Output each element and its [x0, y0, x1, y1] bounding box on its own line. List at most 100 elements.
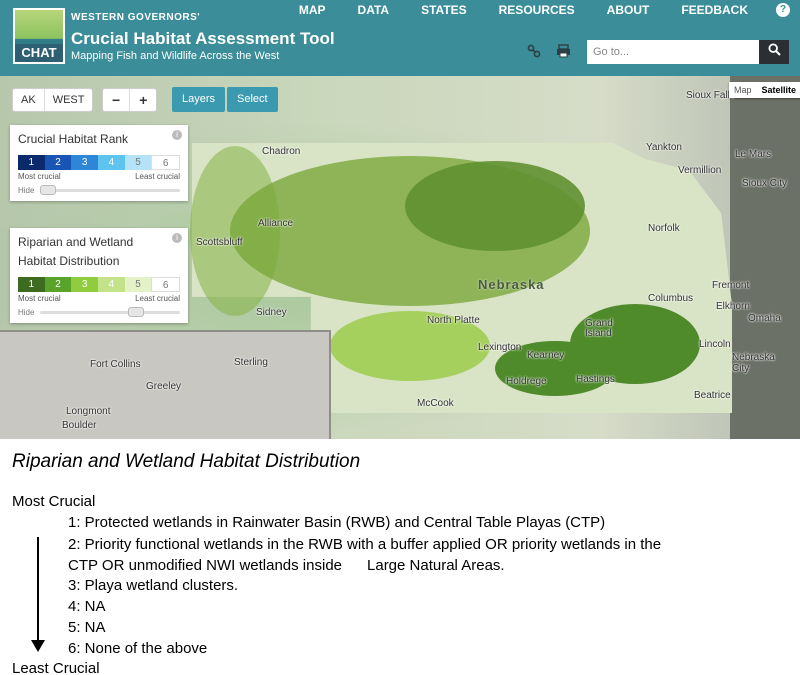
opacity-slider[interactable] [40, 307, 180, 317]
map-place-label: Boulder [62, 420, 97, 431]
opacity-row: Hide [18, 185, 180, 195]
map-place-label: Scottsbluff [196, 237, 243, 248]
nav-data[interactable]: DATA [358, 3, 390, 17]
map-type-satellite[interactable]: Satellite [757, 82, 800, 98]
app-title: Crucial Habitat Assessment Tool [71, 29, 335, 48]
legend-ends: Most crucial Least crucial [18, 172, 180, 181]
legend-cell-1[interactable]: 1 [18, 277, 45, 292]
legend-title: Crucial Habitat Rank [18, 132, 129, 146]
zoom-in-button[interactable]: + [130, 89, 156, 111]
least-crucial-label: Least crucial [135, 294, 180, 303]
legend-cell-5[interactable]: 5 [124, 155, 152, 170]
info-icon[interactable]: i [172, 130, 182, 140]
most-crucial-heading: Most Crucial [12, 493, 96, 510]
map-place-label: Columbus [648, 293, 694, 304]
legend-cell-1[interactable]: 1 [18, 155, 45, 170]
layers-button[interactable]: Layers [172, 87, 226, 112]
description-item: 6: None of the above [68, 640, 208, 657]
zoom-button-group: − + [102, 88, 158, 112]
arrow-down-icon [37, 537, 39, 645]
hide-label: Hide [18, 186, 35, 195]
zoom-out-button[interactable]: − [103, 89, 131, 111]
arrow-head-icon [31, 640, 45, 652]
legend-cell-2[interactable]: 2 [44, 277, 72, 292]
chat-logo[interactable]: CHAT [13, 8, 65, 64]
least-crucial-heading: Least Crucial [12, 660, 100, 675]
legend-title: Riparian and Wetland Habitat Distributio… [18, 235, 134, 268]
nav-map[interactable]: MAP [299, 3, 326, 17]
habitat-area [405, 161, 585, 251]
help-icon[interactable]: ? [776, 3, 790, 17]
description-title: Riparian and Wetland Habitat Distributio… [12, 451, 361, 472]
legend-cell-6[interactable]: 6 [151, 155, 181, 170]
legend-cell-6[interactable]: 6 [151, 277, 181, 292]
select-button[interactable]: Select [227, 87, 278, 112]
map-place-label: Sioux City [742, 178, 788, 189]
opacity-row: Hide [18, 307, 180, 317]
description-item: 5: NA [68, 619, 106, 636]
map-iowa-region [730, 76, 800, 439]
description-item: 1: Protected wetlands in Rainwater Basin… [68, 514, 606, 531]
map-place-label: Fremont [712, 280, 750, 291]
state-label: Nebraska [478, 277, 545, 292]
map-place-label: Greeley [146, 381, 182, 392]
map-place-label: Longmont [66, 406, 111, 417]
link-icon[interactable] [527, 44, 541, 61]
search-input[interactable] [587, 40, 759, 64]
map-place-label: Le Mars [735, 149, 772, 160]
opacity-slider[interactable] [40, 185, 180, 195]
description-item: 2: Priority functional wetlands in the R… [68, 536, 662, 553]
app-subtitle: Mapping Fish and Wildlife Across the Wes… [71, 50, 280, 62]
legend-cell-4[interactable]: 4 [98, 155, 125, 170]
description-item: 3: Playa wetland clusters. [68, 577, 239, 594]
map-place-label: Sterling [234, 357, 268, 368]
legend-riparian-wetland: Riparian and Wetland Habitat Distributio… [10, 228, 188, 323]
main-nav: MAP DATA STATES RESOURCES ABOUT FEEDBACK… [267, 3, 790, 17]
map-place-label: Elkhorn [716, 301, 750, 312]
nav-feedback[interactable]: FEEDBACK [681, 3, 748, 17]
nav-states[interactable]: STATES [421, 3, 467, 17]
most-crucial-label: Most crucial [18, 294, 61, 303]
description-item: 4: NA [68, 598, 106, 615]
search-button[interactable] [759, 40, 789, 64]
least-crucial-label: Least crucial [135, 172, 180, 181]
search-icon [767, 43, 781, 56]
map-place-label: Hastings [576, 374, 615, 385]
ak-button[interactable]: AK [13, 89, 45, 111]
map-place-label: Lexington [478, 342, 522, 353]
info-icon[interactable]: i [172, 233, 182, 243]
opacity-slider-handle[interactable] [128, 307, 145, 317]
description-item: CTP OR unmodified NWI wetlands inside La… [68, 557, 505, 574]
legend-cell-3[interactable]: 3 [71, 277, 99, 292]
org-name: WESTERN GOVERNORS' [71, 12, 201, 23]
map-place-label: Alliance [258, 218, 294, 229]
legend-cell-5[interactable]: 5 [124, 277, 152, 292]
logo-text: CHAT [15, 44, 63, 62]
most-crucial-label: Most crucial [18, 172, 61, 181]
map-type-map[interactable]: Map [729, 82, 757, 98]
region-button-group: AK WEST [12, 88, 94, 112]
map-place-label: Kearney [527, 350, 565, 361]
map-place-label: Nebraska City [732, 352, 775, 374]
map-place-label: McCook [417, 398, 454, 409]
legend-ends: Most crucial Least crucial [18, 294, 180, 303]
map-place-label: Chadron [262, 146, 301, 157]
map-place-label: Lincoln [699, 339, 731, 350]
legend-crucial-habitat-rank: Crucial Habitat Rank i 1 2 3 4 5 6 Most … [10, 125, 188, 201]
legend-cell-2[interactable]: 2 [44, 155, 72, 170]
legend-scale: 1 2 3 4 5 6 [18, 277, 181, 292]
map-place-label: Norfolk [648, 223, 680, 234]
map-canvas[interactable]: Nebraska Sioux Falls Chadron Yankton Le … [0, 76, 800, 439]
print-icon[interactable] [556, 44, 571, 61]
map-place-label: Omaha [748, 313, 781, 324]
legend-scale: 1 2 3 4 5 6 [18, 155, 181, 170]
map-place-label: Sioux Falls [686, 90, 735, 101]
west-button[interactable]: WEST [45, 89, 93, 111]
legend-cell-3[interactable]: 3 [71, 155, 99, 170]
map-place-label: Yankton [646, 142, 682, 153]
hide-label: Hide [18, 308, 35, 317]
opacity-slider-handle[interactable] [40, 185, 57, 195]
nav-about[interactable]: ABOUT [607, 3, 650, 17]
nav-resources[interactable]: RESOURCES [499, 3, 575, 17]
legend-cell-4[interactable]: 4 [98, 277, 125, 292]
